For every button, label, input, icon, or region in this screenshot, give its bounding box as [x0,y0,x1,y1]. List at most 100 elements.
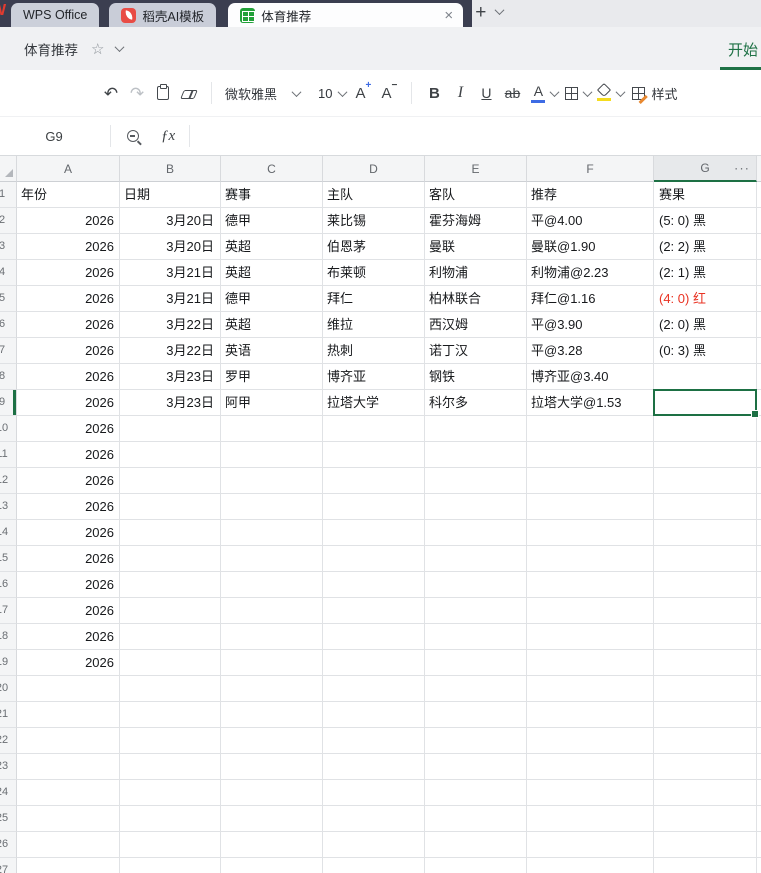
cell-date[interactable] [120,624,221,650]
cell-recommendation[interactable]: 拜仁@1.16 [527,286,654,312]
row-header[interactable]: 17 [0,598,17,624]
cell-year[interactable]: 2026 [17,598,120,624]
cell-recommendation[interactable]: 平@3.28 [527,338,654,364]
cell-result[interactable] [654,468,757,494]
cell-recommendation[interactable]: 拉塔大学@1.53 [527,390,654,416]
row-header[interactable]: 4 [0,260,17,286]
cell-year[interactable]: 2026 [17,494,120,520]
italic-button[interactable]: I [447,79,473,107]
cell-league[interactable]: 英超 [221,312,323,338]
cell-recommendation[interactable] [527,520,654,546]
title-chevron-icon[interactable] [115,42,125,53]
font-size-select[interactable]: 10 [314,86,350,101]
cell-recommendation[interactable]: 平@4.00 [527,208,654,234]
cell-home-team[interactable]: 布莱顿 [323,260,425,286]
zoom-search-icon[interactable] [127,130,139,142]
cell-date[interactable] [120,442,221,468]
row-header[interactable]: 8 [0,364,17,390]
row-header[interactable]: 11 [0,442,17,468]
cell-date[interactable]: 3月23日 [120,390,221,416]
cell-date[interactable] [120,546,221,572]
cell-home-team[interactable]: 主队 [323,182,425,208]
cell-recommendation[interactable] [527,442,654,468]
column-more-options-icon[interactable]: ··· [734,161,750,176]
row-header[interactable]: 19 [0,650,17,676]
row-header[interactable]: 27 [0,858,17,873]
cell-recommendation[interactable]: 利物浦@2.23 [527,260,654,286]
cell-result[interactable] [653,389,759,418]
cell-result[interactable] [654,754,757,780]
borders-button[interactable] [558,79,584,107]
cell-league[interactable] [221,442,323,468]
cell-league[interactable] [221,572,323,598]
cell-recommendation[interactable] [527,546,654,572]
cell-league[interactable] [221,546,323,572]
fill-color-button[interactable] [591,79,617,107]
column-header-g[interactable]: G ··· [654,156,757,182]
cell-result[interactable]: (2: 1) 黑 [654,260,757,286]
strikethrough-button[interactable]: ab [499,79,525,107]
cell-date[interactable]: 3月20日 [120,234,221,260]
cell-home-team[interactable]: 拜仁 [323,286,425,312]
row-header[interactable]: 20 [0,676,17,702]
cell-away-team[interactable]: 诺丁汉 [425,338,527,364]
cell-date[interactable] [120,416,221,442]
cell-away-team[interactable] [425,676,527,702]
cell-home-team[interactable]: 热刺 [323,338,425,364]
cell-home-team[interactable] [323,754,425,780]
bold-button[interactable]: B [421,79,447,107]
cell-away-team[interactable] [425,702,527,728]
cell-away-team[interactable] [425,728,527,754]
cell-home-team[interactable] [323,494,425,520]
cell-home-team[interactable] [323,702,425,728]
column-header-c[interactable]: C [221,156,323,182]
row-header[interactable]: 26 [0,832,17,858]
cell-year[interactable] [17,702,120,728]
row-header[interactable]: 9 [0,390,17,416]
row-header[interactable]: 10 [0,416,17,442]
cell-recommendation[interactable] [527,676,654,702]
cell-date[interactable] [120,572,221,598]
cell-date[interactable]: 3月21日 [120,260,221,286]
tab-docer-ai[interactable]: 稻壳AI模板 [109,3,217,27]
cell-league[interactable] [221,780,323,806]
cell-home-team[interactable] [323,858,425,873]
cell-away-team[interactable] [425,650,527,676]
cell-league[interactable] [221,702,323,728]
row-header[interactable]: 3 [0,234,17,260]
cell-date[interactable] [120,780,221,806]
ribbon-tab-home[interactable]: 开始 [719,39,761,70]
cell-league[interactable] [221,858,323,873]
cell-year[interactable]: 2026 [17,312,120,338]
cell-home-team[interactable]: 拉塔大学 [323,390,425,416]
cell-away-team[interactable] [425,442,527,468]
cell-date[interactable]: 3月21日 [120,286,221,312]
cell-away-team[interactable] [425,520,527,546]
cell-league[interactable] [221,832,323,858]
cell-league[interactable]: 英超 [221,260,323,286]
close-tab-icon[interactable]: × [442,8,455,23]
cell-result[interactable] [654,494,757,520]
cell-league[interactable] [221,598,323,624]
cell-home-team[interactable] [323,780,425,806]
cell-styles-button[interactable]: 样式 [632,79,677,107]
cell-away-team[interactable]: 西汉姆 [425,312,527,338]
cell-year[interactable]: 2026 [17,338,120,364]
column-header-f[interactable]: F [527,156,654,182]
column-header-e[interactable]: E [425,156,527,182]
increase-font-button[interactable]: A+ [350,79,376,107]
cell-year[interactable] [17,806,120,832]
decrease-font-button[interactable]: A− [376,79,402,107]
cell-result[interactable] [654,442,757,468]
cell-home-team[interactable] [323,442,425,468]
tab-list-chevron-icon[interactable] [494,4,505,15]
cell-result[interactable] [654,520,757,546]
undo-button[interactable]: ↶ [98,79,124,107]
select-all-corner[interactable] [0,156,17,182]
cell-home-team[interactable]: 维拉 [323,312,425,338]
row-header[interactable]: 6 [0,312,17,338]
redo-button[interactable]: ↷ [124,79,150,107]
cell-league[interactable]: 英超 [221,234,323,260]
cell-away-team[interactable] [425,416,527,442]
row-header[interactable]: 14 [0,520,17,546]
